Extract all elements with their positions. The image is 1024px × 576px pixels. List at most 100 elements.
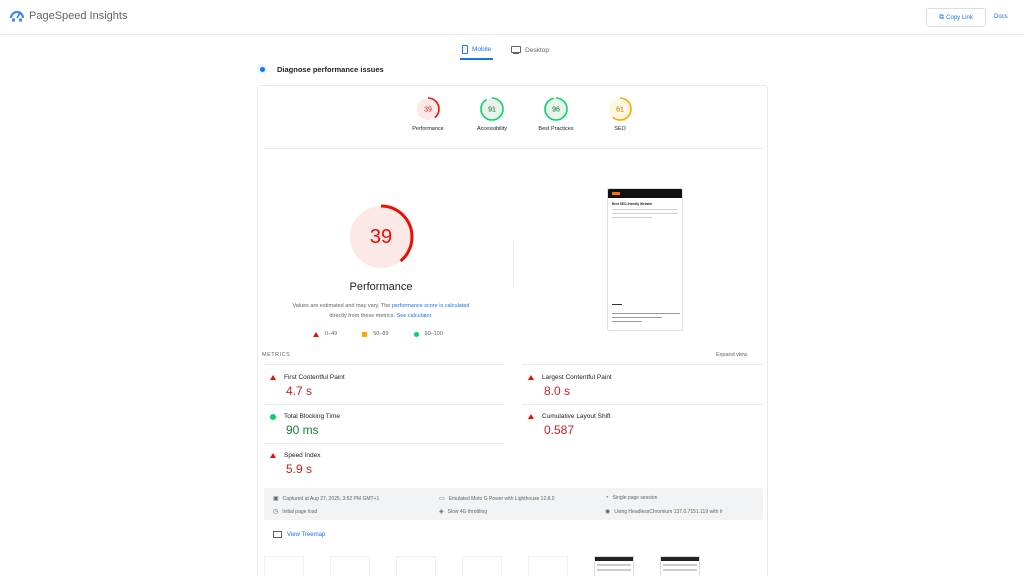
legend-average: 50–89: [362, 331, 389, 337]
divider: [522, 404, 763, 405]
triangle-icon: [270, 375, 276, 380]
copy-link-button[interactable]: ⧉ Copy Link: [926, 8, 986, 27]
metric-value: 8.0 s: [544, 384, 571, 398]
filmstrip-frame: [462, 556, 502, 576]
legend-label: 50–89: [373, 331, 389, 337]
metric-name: Speed Index: [284, 452, 321, 459]
info-item: ▣ Captured at Aug 27, 2025, 3:52 PM GMT+1: [273, 495, 380, 503]
docs-link[interactable]: Docs: [994, 14, 1008, 20]
circle-icon: [413, 331, 419, 337]
gauge-score: 39: [424, 107, 432, 114]
info-item: ▭ Emulated Moto G Power with Lighthouse 1…: [439, 495, 555, 503]
gauge-label: Accessibility: [477, 126, 507, 132]
gauge-label: Best Practices: [538, 126, 574, 132]
gauge-best-practices[interactable]: 96 Best Practices: [524, 96, 588, 132]
legend-label: 0–49: [325, 331, 338, 337]
section-title: Diagnose performance issues: [277, 64, 384, 74]
info-text: Captured at Aug 27, 2025, 3:52 PM GMT+1: [282, 495, 380, 502]
divider: [264, 404, 504, 405]
score-ring-icon: 96: [544, 97, 568, 121]
report-card: 39 Performance 91 Accessibility 96 Best …: [257, 85, 768, 576]
divider: [264, 443, 504, 444]
filmstrip-frame: [528, 556, 568, 576]
note-text: directly from these metrics.: [329, 313, 397, 319]
top-bar: PageSpeed Insights ⧉ Copy Link Docs: [0, 0, 1024, 35]
legend-good: 90–100: [413, 331, 443, 337]
score-legend: 0–49 50–89 90–100: [313, 331, 468, 337]
final-screenshot[interactable]: Best SEO-friendly Website: [607, 188, 683, 331]
triangle-icon: [313, 331, 319, 337]
info-item: ◈ Slow 4G throttling: [439, 508, 488, 516]
triangle-icon: [528, 375, 534, 380]
metric-value: 90 ms: [286, 423, 319, 437]
score-ring-icon: 61: [608, 97, 632, 121]
performance-score: 39: [369, 226, 393, 248]
metrics-label: METRICS: [262, 352, 291, 358]
gauge-accessibility[interactable]: 91 Accessibility: [460, 96, 524, 132]
screenshot-footer: [612, 301, 680, 322]
info-text: Single page session: [612, 495, 658, 501]
runtime-settings: ▣ Captured at Aug 27, 2025, 3:52 PM GMT+1…: [264, 488, 763, 520]
screenshot-line: [612, 217, 652, 218]
metric-tbt: Total Blocking Time 90 ms: [270, 413, 500, 437]
score-ring-icon: 39: [416, 97, 440, 121]
divider: [264, 364, 504, 365]
metric-cls: Cumulative Layout Shift 0.587: [528, 413, 758, 437]
tab-desktop[interactable]: Desktop: [509, 40, 551, 60]
metric-name: First Contentful Paint: [284, 374, 345, 381]
metric-value: 0.587: [544, 423, 575, 437]
view-treemap-button[interactable]: View Treemap: [273, 531, 325, 538]
device-icon: ▭: [439, 496, 445, 502]
performance-title: Performance: [349, 281, 413, 293]
info-text: Using HeadlessChromium 137.0.7151.119 wi…: [614, 508, 723, 515]
tab-desktop-label: Desktop: [525, 46, 550, 54]
user-icon: ◔: [605, 495, 609, 501]
see-calculator-link[interactable]: See calculator.: [397, 313, 433, 319]
lab-data-icon: [257, 64, 267, 74]
divider: [513, 241, 514, 286]
square-icon: [362, 331, 368, 337]
gauge-label: Performance: [412, 126, 444, 132]
copy-link-label: Copy Link: [946, 14, 973, 21]
score-note: Values are estimated and may vary. The p…: [286, 301, 476, 321]
screenshot-header: [608, 189, 682, 198]
filmstrip-frame: [594, 556, 634, 576]
gauge-performance[interactable]: 39 Performance: [396, 96, 460, 132]
screenshot-line: [612, 209, 678, 210]
browser-icon: ◉: [605, 509, 611, 515]
device-tabs: Mobile Desktop: [460, 40, 567, 60]
expand-view-toggle[interactable]: Expand view: [716, 352, 747, 358]
gauge-seo[interactable]: 61 SEO: [588, 96, 652, 132]
divider: [522, 364, 763, 365]
category-gauges: 39 Performance 91 Accessibility 96 Best …: [396, 96, 652, 132]
diagnose-header[interactable]: Diagnose performance issues: [257, 64, 384, 74]
smartphone-icon: [462, 44, 468, 54]
brand[interactable]: PageSpeed Insights: [10, 9, 127, 23]
info-text: Slow 4G throttling: [447, 508, 488, 515]
gauge-label: SEO: [614, 126, 626, 132]
triangle-icon: [528, 414, 534, 419]
note-text: Values are estimated and may vary. The: [292, 303, 392, 309]
legend-poor: 0–49: [313, 331, 337, 337]
screenshot-heading: Best SEO-friendly Website: [612, 202, 653, 206]
gauge-score: 96: [552, 107, 560, 114]
gauge-score: 61: [616, 107, 624, 114]
metric-name: Largest Contentful Paint: [542, 374, 612, 381]
filmstrip-frame: [264, 556, 304, 576]
tab-mobile[interactable]: Mobile: [460, 40, 494, 60]
treemap-icon: [273, 531, 282, 538]
info-item: ◔ Single page session: [605, 495, 657, 501]
timer-icon: ◷: [273, 509, 279, 515]
metric-fcp: First Contentful Paint 4.7 s: [270, 374, 500, 398]
link-icon: ⧉: [939, 13, 945, 21]
pagespeed-logo-icon: [10, 10, 24, 22]
metric-value: 4.7 s: [286, 384, 313, 398]
calendar-icon: ▣: [273, 496, 279, 502]
triangle-icon: [270, 453, 276, 458]
filmstrip-frame: [396, 556, 436, 576]
app-title: PageSpeed Insights: [29, 10, 128, 22]
metric-lcp: Largest Contentful Paint 8.0 s: [528, 374, 758, 398]
screenshot-line: [612, 213, 678, 214]
performance-score-link[interactable]: performance score is calculated: [392, 303, 470, 309]
filmstrip: [264, 556, 764, 576]
